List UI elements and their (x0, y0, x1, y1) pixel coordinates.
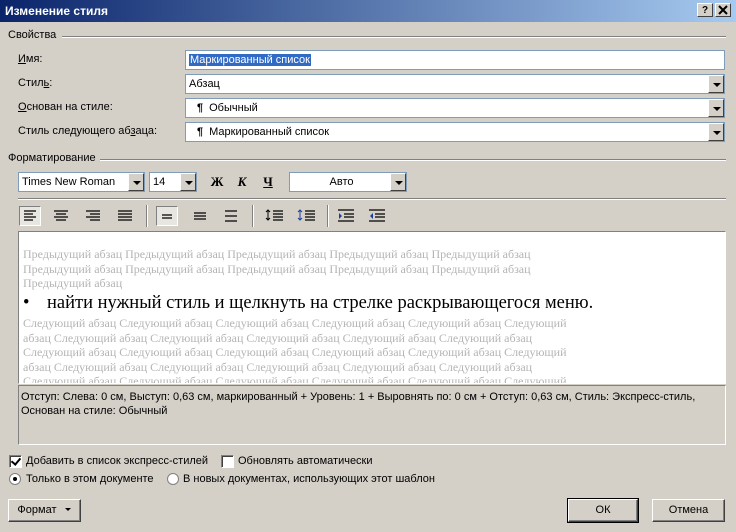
align-left-icon (24, 210, 36, 221)
chevron-down-icon[interactable] (708, 99, 724, 117)
spacing-after-icon (297, 209, 315, 221)
font-select[interactable]: Times New Roman (18, 172, 145, 192)
formatting-section-label: Форматирование (8, 152, 96, 164)
font-color-select[interactable]: Авто (289, 172, 407, 192)
double-spacing-icon (225, 210, 237, 222)
bullet-glyph: • (23, 293, 30, 313)
preview-line: Следующий абзац Следующий абзац Следующи… (23, 345, 567, 359)
only-this-document-label[interactable]: Только в этом документе (26, 473, 154, 485)
next-style-select[interactable]: ¶ Маркированный список (185, 122, 725, 142)
new-documents-radio[interactable] (167, 473, 179, 485)
align-center-icon (54, 210, 68, 221)
close-button[interactable] (715, 3, 731, 17)
spacing-before-icon (265, 209, 283, 221)
chevron-down-icon[interactable] (390, 173, 406, 191)
preview-line: Следующий абзац Следующий абзац Следующи… (23, 374, 567, 384)
name-value: Маркированный список (189, 54, 311, 66)
toolbar-divider (18, 198, 726, 200)
add-quick-styles-label[interactable]: Добавить в список экспресс-стилей (26, 455, 208, 467)
justify-button[interactable] (114, 206, 136, 226)
bold-button[interactable]: Ж (206, 172, 228, 192)
style-description: Отступ: Слева: 0 см, Выступ: 0,63 см, ма… (18, 385, 726, 445)
style-type-select[interactable]: Абзац (185, 74, 725, 94)
chevron-down-icon[interactable] (708, 123, 724, 141)
current-paragraph-line: найти нужный стиль и щелкнуть на стрелке… (47, 293, 594, 313)
justify-icon (118, 210, 132, 221)
dialog-title: Изменение стиля (5, 4, 108, 18)
previous-paragraph-text: Предыдущий абзац Предыдущий абзац Предыд… (23, 247, 645, 291)
only-this-document-radio[interactable] (9, 473, 21, 485)
align-left-button[interactable] (19, 206, 41, 226)
preview-line: Предыдущий абзац Предыдущий абзац Предыд… (23, 261, 531, 276)
format-button-label: Формат (17, 504, 57, 516)
chevron-down-icon[interactable] (128, 173, 144, 191)
cancel-button[interactable]: Отмена (652, 499, 725, 522)
next-style-label: Стиль следующего абзаца: (18, 125, 158, 137)
add-quick-styles-checkbox[interactable] (9, 455, 22, 468)
name-label: Имя: (18, 53, 43, 65)
align-right-button[interactable] (82, 206, 104, 226)
one-and-half-spacing-icon (194, 212, 206, 220)
font-size-select[interactable]: 14 (149, 172, 197, 192)
double-spacing-button[interactable] (220, 206, 242, 226)
modify-style-dialog: Изменение стиля ? Свойства Имя: Маркиров… (0, 0, 736, 532)
decrease-spacing-button[interactable] (296, 206, 318, 226)
paragraph-icon: ¶ (197, 126, 204, 138)
style-preview: Предыдущий абзац Предыдущий абзац Предыд… (18, 231, 726, 384)
title-bar: Изменение стиля ? (0, 0, 736, 22)
align-right-icon (86, 210, 100, 221)
based-on-value: Обычный (209, 102, 258, 114)
increase-indent-icon (369, 209, 385, 222)
style-type-value: Абзац (189, 78, 220, 90)
single-spacing-button[interactable] (156, 206, 178, 226)
preview-line: абзац Следующий абзац Следующий абзац Сл… (23, 330, 533, 345)
properties-section-label: Свойства (8, 29, 57, 41)
preview-line: Предыдущий абзац (23, 276, 123, 290)
close-icon (718, 5, 728, 15)
toolbar-separator (146, 205, 148, 227)
next-paragraph-text: Следующий абзац Следующий абзац Следующи… (23, 316, 665, 384)
one-and-half-spacing-button[interactable] (189, 206, 211, 226)
auto-update-checkbox[interactable] (221, 455, 234, 468)
decrease-indent-icon (338, 209, 354, 222)
preview-line: Предыдущий абзац Предыдущий абзац Предыд… (23, 247, 531, 261)
font-color-value: Авто (329, 176, 354, 188)
toolbar-separator (252, 205, 254, 227)
properties-divider (62, 36, 726, 38)
new-documents-label[interactable]: В новых документах, использующих этот ша… (183, 473, 435, 485)
name-input[interactable]: Маркированный список (185, 50, 725, 70)
paragraph-icon: ¶ (197, 102, 204, 114)
underline-button[interactable]: Ч (257, 172, 279, 192)
italic-button[interactable]: К (231, 172, 253, 192)
font-size-value: 14 (153, 176, 166, 188)
increase-spacing-before-button[interactable] (264, 206, 286, 226)
align-center-button[interactable] (50, 206, 72, 226)
auto-update-label[interactable]: Обновлять автоматически (238, 455, 373, 467)
next-style-value: Маркированный список (209, 126, 330, 138)
formatting-divider (100, 159, 726, 161)
chevron-down-icon (64, 508, 71, 511)
help-button[interactable]: ? (697, 3, 713, 17)
preview-line: абзац Следующий абзац Следующий абзац Сл… (23, 359, 533, 374)
preview-line: Следующий абзац Следующий абзац Следующи… (23, 316, 567, 330)
increase-indent-button[interactable] (366, 206, 388, 226)
toolbar-separator (327, 205, 329, 227)
font-value: Times New Roman (22, 176, 116, 188)
style-type-label: Стиль: (18, 77, 53, 89)
chevron-down-icon[interactable] (180, 173, 196, 191)
decrease-indent-button[interactable] (335, 206, 357, 226)
current-paragraph-text: • найти нужный стиль и щелкнуть на стрелк… (23, 292, 723, 314)
ok-button[interactable]: ОК (567, 498, 639, 523)
chevron-down-icon[interactable] (708, 75, 724, 93)
based-on-label: Основан на стиле: (18, 101, 113, 113)
based-on-select[interactable]: ¶ Обычный (185, 98, 725, 118)
format-button[interactable]: Формат (8, 499, 81, 522)
single-spacing-icon (162, 214, 172, 219)
